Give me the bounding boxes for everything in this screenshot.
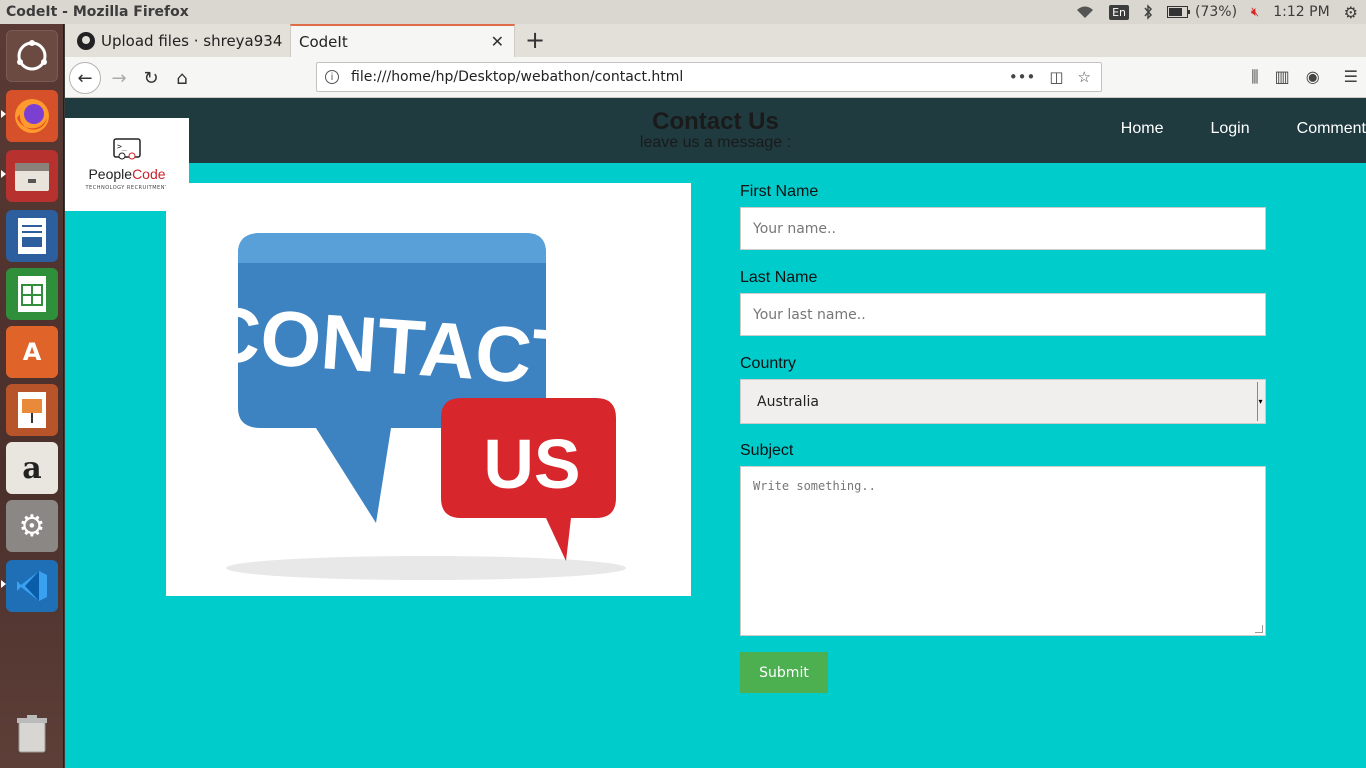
- tab-label: CodeIt: [299, 32, 348, 51]
- account-icon[interactable]: ◉: [1306, 67, 1320, 87]
- nav-link-comment[interactable]: Comment: [1297, 120, 1366, 138]
- page-actions-icon[interactable]: •••: [1009, 68, 1036, 86]
- contact-form: First Name Your name.. Last Name Your la…: [740, 183, 1266, 693]
- battery-icon: [1166, 6, 1190, 18]
- country-label: Country: [740, 355, 797, 372]
- battery-indicator[interactable]: (73%): [1166, 4, 1238, 20]
- keyboard-layout-indicator[interactable]: En: [1109, 4, 1129, 20]
- nav-link-home[interactable]: Home: [1121, 120, 1164, 138]
- trash-icon[interactable]: [6, 708, 58, 760]
- svg-text:>_: >_: [117, 142, 127, 151]
- last-name-input[interactable]: Your last name..: [740, 293, 1266, 336]
- files-icon[interactable]: [6, 150, 58, 202]
- last-name-placeholder: Your last name..: [753, 306, 866, 323]
- system-top-panel: CodeIt - Mozilla Firefox En (73%) 🔇︎ 1:1…: [0, 0, 1366, 24]
- window-title: CodeIt - Mozilla Firefox: [6, 4, 189, 20]
- tab-label: Upload files · shreya934: [101, 31, 283, 50]
- sidebar-icon[interactable]: ▥: [1275, 67, 1290, 87]
- menu-icon[interactable]: ☰: [1344, 67, 1358, 87]
- new-tab-button[interactable]: +: [521, 26, 549, 54]
- libreoffice-impress-icon[interactable]: [6, 384, 58, 436]
- tab-codeit[interactable]: CodeIt ✕: [290, 24, 515, 57]
- page-viewport: Contact Us leave us a message : Home Log…: [65, 98, 1366, 768]
- close-tab-icon[interactable]: ✕: [491, 32, 504, 51]
- country-selected-value: Australia: [757, 393, 819, 410]
- site-header: Contact Us leave us a message : Home Log…: [65, 98, 1366, 163]
- subject-label: Subject: [740, 442, 794, 459]
- volume-muted-icon[interactable]: 🔇︎: [1251, 5, 1259, 20]
- github-icon: [77, 31, 95, 50]
- browser-tab-bar: Upload files · shreya934 CodeIt ✕ +: [65, 24, 1366, 57]
- first-name-input[interactable]: Your name..: [740, 207, 1266, 250]
- unity-launcher: A a ⚙: [0, 24, 64, 768]
- site-nav: Home Login Comment: [1074, 120, 1366, 138]
- image-text-us: US: [483, 425, 580, 503]
- logo-name-people: People: [88, 166, 133, 182]
- subject-placeholder: Write something..: [753, 479, 876, 493]
- bluetooth-icon[interactable]: [1143, 4, 1153, 20]
- last-name-label: Last Name: [740, 269, 818, 286]
- logo-name: PeopleCode: [65, 166, 189, 182]
- pocket-icon[interactable]: ◫: [1049, 68, 1063, 86]
- forward-button[interactable]: →: [103, 62, 135, 94]
- settings-gear-icon[interactable]: ⚙: [1344, 3, 1358, 22]
- firefox-icon[interactable]: [6, 90, 58, 142]
- amazon-icon[interactable]: a: [6, 442, 58, 494]
- first-name-placeholder: Your name..: [753, 220, 836, 237]
- back-button[interactable]: ←: [69, 62, 101, 94]
- wifi-icon[interactable]: [1075, 5, 1095, 19]
- subject-textarea[interactable]: Write something..: [740, 466, 1266, 636]
- contact-us-image: CONTACT US: [166, 183, 691, 596]
- logo-name-code: Code: [132, 166, 166, 182]
- resize-grip-icon[interactable]: [1255, 625, 1263, 633]
- nav-link-login[interactable]: Login: [1210, 120, 1249, 138]
- bookmark-star-icon[interactable]: ☆: [1078, 68, 1091, 86]
- tab-upload-files[interactable]: Upload files · shreya934: [69, 24, 289, 57]
- library-icon[interactable]: ⫼: [1251, 67, 1258, 87]
- url-bar[interactable]: i file:///home/hp/Desktop/webathon/conta…: [316, 62, 1102, 92]
- libreoffice-writer-icon[interactable]: [6, 210, 58, 262]
- reload-button[interactable]: ↻: [135, 62, 167, 94]
- vscode-icon[interactable]: [6, 560, 58, 612]
- ubuntu-dash-icon[interactable]: [6, 30, 58, 82]
- logo-mark-icon: >_: [113, 138, 141, 160]
- submit-button[interactable]: Submit: [740, 652, 828, 693]
- libreoffice-calc-icon[interactable]: [6, 268, 58, 320]
- clock[interactable]: 1:12 PM: [1273, 4, 1329, 20]
- url-text[interactable]: file:///home/hp/Desktop/webathon/contact…: [351, 69, 683, 85]
- browser-navigation-bar: ← → ↻ ⌂ i file:///home/hp/Desktop/webath…: [65, 57, 1366, 98]
- dropdown-arrow-icon[interactable]: ▾: [1257, 382, 1263, 421]
- battery-percent: (73%): [1194, 4, 1238, 20]
- country-select[interactable]: Australia ▾: [740, 379, 1266, 424]
- first-name-label: First Name: [740, 183, 819, 200]
- system-settings-icon[interactable]: ⚙: [6, 500, 58, 552]
- home-button[interactable]: ⌂: [166, 62, 198, 94]
- site-info-icon[interactable]: i: [325, 70, 339, 84]
- software-center-icon[interactable]: A: [6, 326, 58, 378]
